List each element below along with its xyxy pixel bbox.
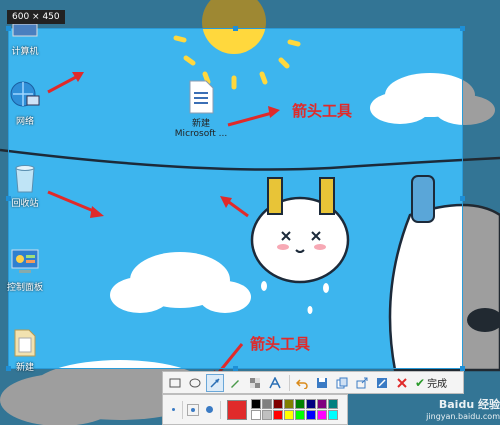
color-swatch[interactable] (262, 410, 272, 420)
desktop-icon-control-panel[interactable]: 控制面板 (0, 246, 50, 293)
color-swatch[interactable] (295, 399, 305, 409)
brush-size-large[interactable] (206, 406, 213, 413)
dim-overlay-top (0, 0, 500, 28)
desktop-icon-network[interactable]: 网络 (0, 80, 50, 127)
network-globe-icon (9, 80, 41, 112)
resize-handle-r[interactable] (460, 196, 465, 201)
color-swatch[interactable] (317, 410, 327, 420)
desktop-icon-word-document[interactable]: 新建 Microsoft ... (170, 80, 232, 139)
selection-size-label: 600 × 450 (7, 10, 65, 24)
color-swatch[interactable] (273, 399, 283, 409)
mosaic-icon[interactable] (246, 374, 264, 392)
ellipse-icon[interactable] (186, 374, 204, 392)
desktop-icon-label: 新建 (15, 363, 34, 373)
watermark-line2: jingyan.baidu.com (426, 412, 500, 421)
desktop-icon-folder[interactable]: 新建 (0, 326, 50, 373)
color-swatch[interactable] (328, 399, 338, 409)
dim-overlay-right (463, 28, 500, 369)
recycle-bin-icon (9, 162, 41, 194)
capture-selection[interactable] (8, 28, 463, 369)
color-swatch[interactable] (295, 410, 305, 420)
rectangle-icon[interactable] (166, 374, 184, 392)
word-document-icon (186, 80, 216, 114)
copy-icon[interactable] (333, 374, 351, 392)
color-swatch[interactable] (273, 410, 283, 420)
baidu-watermark: Baidu 经验 jingyan.baidu.com (392, 396, 500, 424)
color-swatch[interactable] (262, 399, 272, 409)
color-swatch[interactable] (251, 399, 261, 409)
annotation-arrow-tool-bottom: 箭头工具 (250, 335, 311, 353)
brush-size-medium[interactable] (187, 403, 199, 416)
arrow-icon[interactable] (206, 373, 224, 392)
resize-handle-tr[interactable] (460, 26, 465, 31)
color-swatch[interactable] (328, 410, 338, 420)
share-icon[interactable] (353, 374, 371, 392)
brush-size-small[interactable] (172, 408, 175, 411)
desktop-icon-computer[interactable]: 计算机 (0, 23, 50, 57)
color-swatch[interactable] (284, 399, 294, 409)
color-swatch[interactable] (306, 410, 316, 420)
color-swatch[interactable] (317, 399, 327, 409)
text-icon[interactable] (266, 374, 284, 392)
cancel-icon[interactable] (393, 374, 411, 392)
resize-handle-t[interactable] (233, 26, 238, 31)
watermark-line1: Baidu 经验 (438, 398, 500, 411)
color-swatch-grid (251, 399, 338, 420)
pin-icon[interactable] (373, 374, 391, 392)
current-color-swatch[interactable] (227, 399, 247, 420)
desktop-icon-label: 回收站 (11, 199, 39, 209)
screenshot-toolbar: ✔ 完成 (162, 371, 464, 394)
checkmark-icon: ✔ (415, 375, 426, 390)
done-label: 完成 (427, 379, 448, 390)
file-name-line2: Microsoft ... (174, 129, 228, 139)
save-icon[interactable] (313, 374, 331, 392)
undo-icon[interactable] (293, 374, 311, 392)
file-name-line1: 新建 (191, 119, 210, 129)
desktop-icon-recycle-bin[interactable]: 回收站 (0, 162, 50, 209)
desktop-icon-label: 网络 (15, 117, 34, 127)
annotation-arrow-tool-top: 箭头工具 (292, 102, 353, 120)
color-palette-panel (162, 394, 348, 425)
control-panel-icon (9, 246, 41, 278)
color-swatch[interactable] (284, 410, 294, 420)
done-button[interactable]: ✔ 完成 (415, 375, 448, 391)
desktop-icon-label: 控制面板 (6, 283, 43, 293)
brush-icon[interactable] (226, 374, 244, 392)
color-swatch[interactable] (251, 410, 261, 420)
color-swatch[interactable] (306, 399, 316, 409)
palette-divider (182, 400, 183, 419)
toolbar-divider (289, 374, 290, 391)
folder-icon (9, 326, 41, 358)
desktop-icon-label: 计算机 (11, 47, 39, 57)
palette-divider (220, 400, 221, 419)
